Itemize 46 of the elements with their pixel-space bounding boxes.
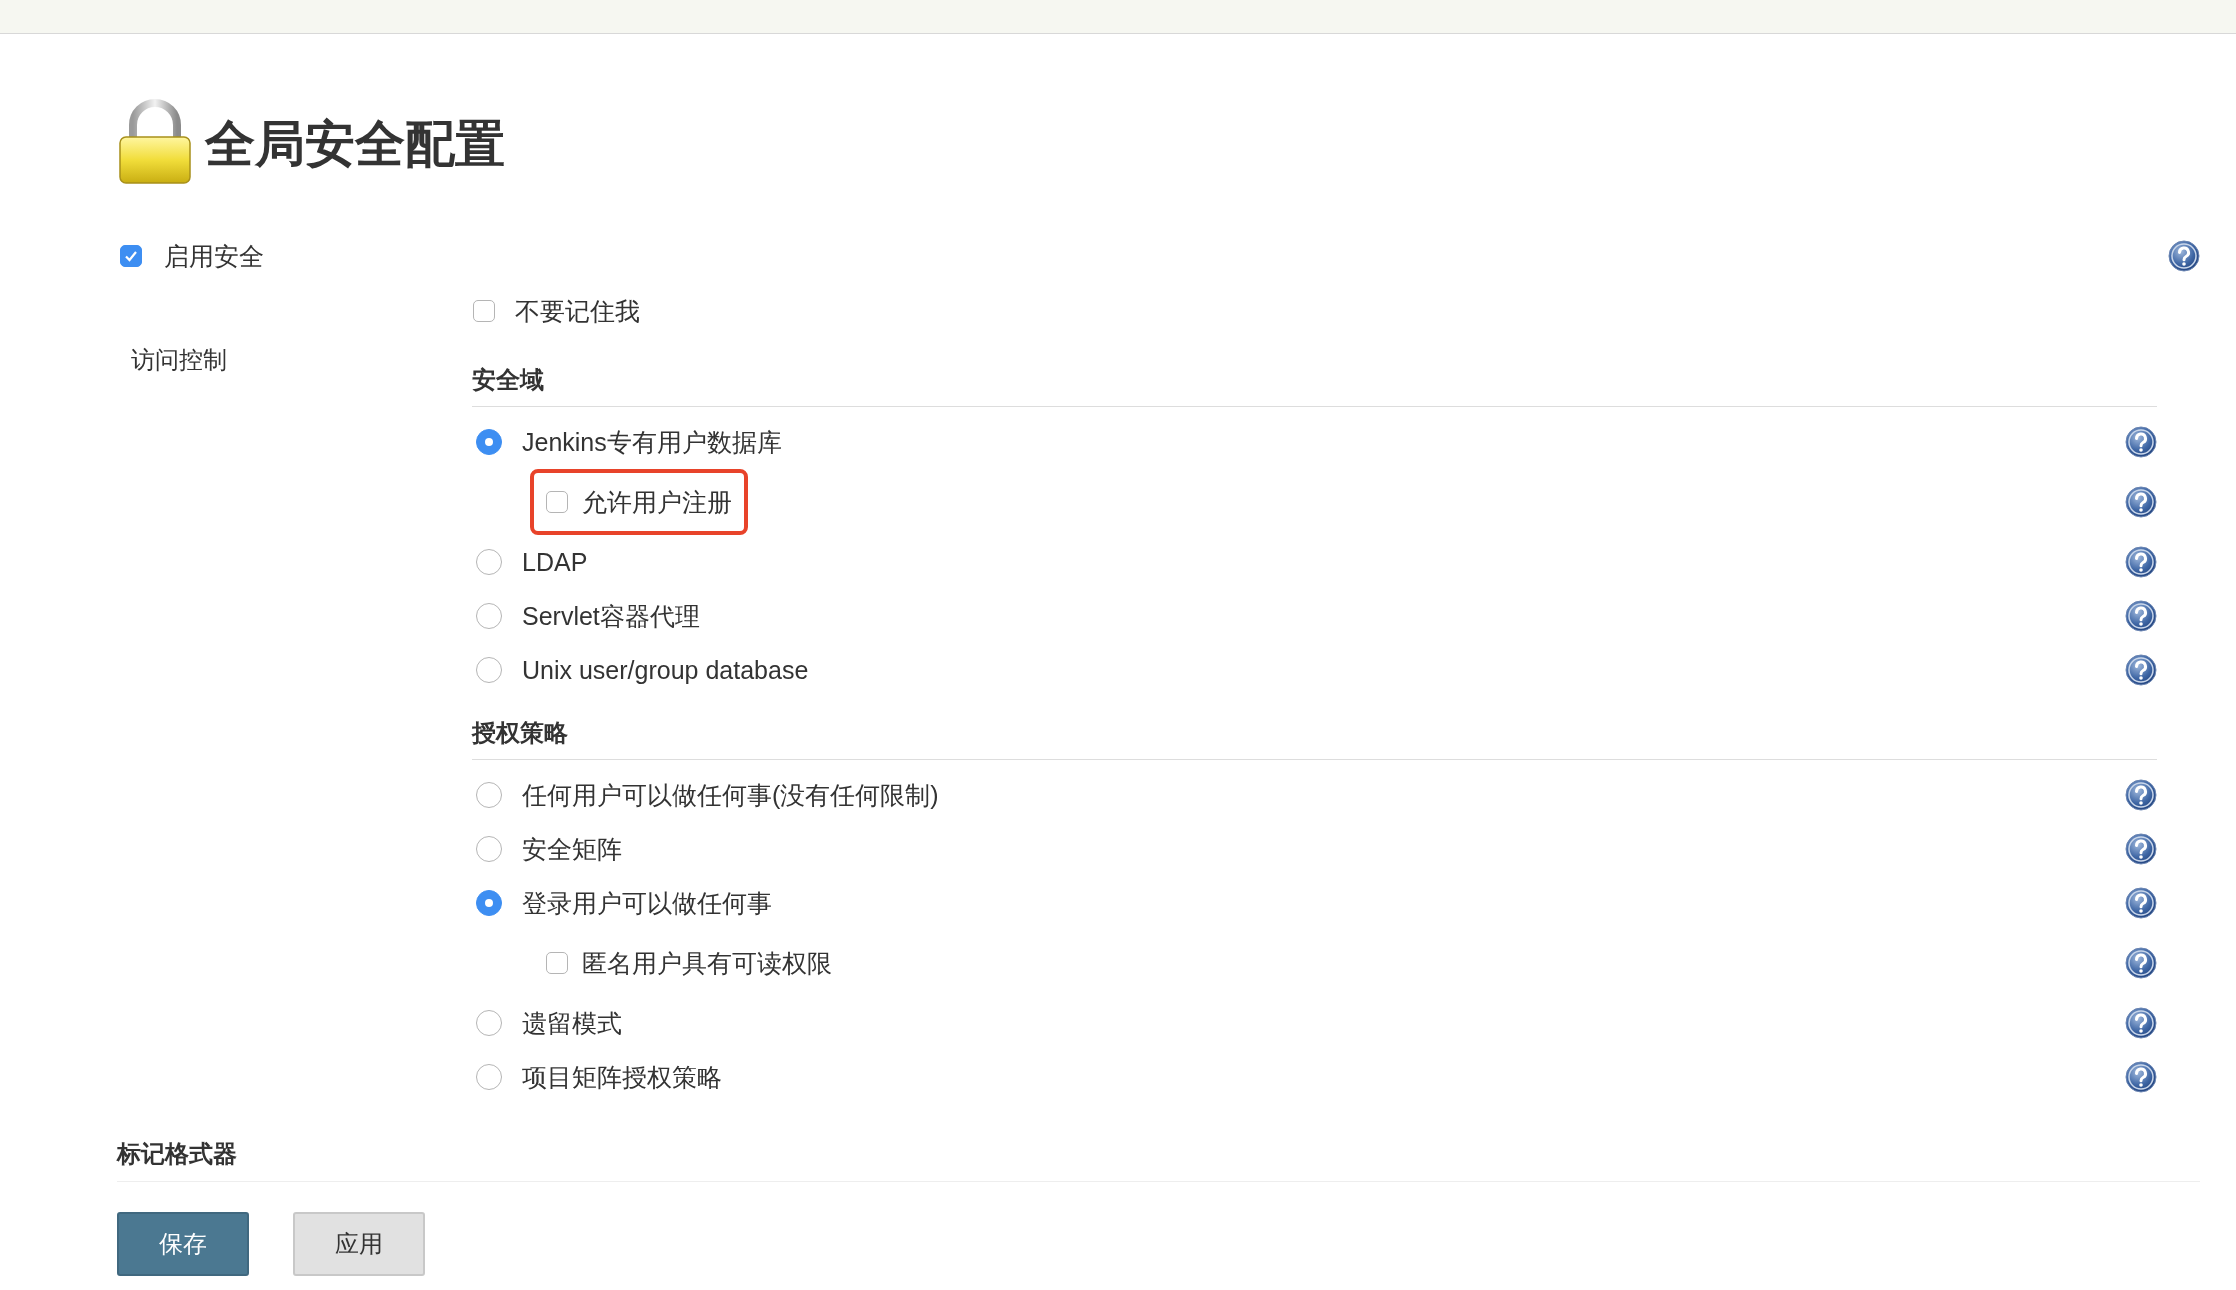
page-title: 全局安全配置 [205,114,505,174]
radio-button[interactable] [476,657,502,683]
option-label: 启用安全 [164,240,264,272]
help-icon[interactable] [2125,600,2157,632]
help-icon[interactable] [2125,1007,2157,1039]
check-icon [124,249,138,263]
help-icon[interactable] [2125,546,2157,578]
radio-button[interactable] [476,1010,502,1036]
option-label: 安全矩阵 [522,833,622,865]
radio-button[interactable] [476,836,502,862]
help-icon[interactable] [2125,779,2157,811]
option-label: Servlet容器代理 [522,600,700,632]
help-icon[interactable] [2125,1061,2157,1093]
section-heading: 安全域 [472,344,2157,407]
section-heading: 授权策略 [472,697,2157,760]
option-label: 允许用户注册 [582,486,732,518]
option-label: LDAP [522,547,588,577]
section-heading: 标记格式器 [117,1104,2200,1182]
option-label: 不要记住我 [515,295,640,327]
save-button[interactable]: 保存 [117,1212,249,1276]
help-icon[interactable] [2125,486,2157,518]
radio-button[interactable] [476,1064,502,1090]
option-label: 任何用户可以做任何事(没有任何限制) [522,779,939,811]
option-label: Unix user/group database [522,655,809,685]
checkbox[interactable] [120,245,142,267]
radio-button[interactable] [476,890,502,916]
radio-button[interactable] [476,549,502,575]
checkbox[interactable] [473,300,495,322]
option-label: 项目矩阵授权策略 [522,1061,722,1093]
help-icon[interactable] [2168,240,2200,272]
help-icon[interactable] [2125,426,2157,458]
option-label: 遗留模式 [522,1007,622,1039]
help-icon[interactable] [2125,833,2157,865]
help-icon[interactable] [2125,654,2157,686]
radio-button[interactable] [476,782,502,808]
option-label: 匿名用户具有可读权限 [582,947,832,979]
checkbox[interactable] [546,952,568,974]
help-icon[interactable] [2125,947,2157,979]
checkbox[interactable] [546,491,568,513]
option-label: 登录用户可以做任何事 [522,887,772,919]
option-label: Jenkins专有用户数据库 [522,426,782,458]
help-icon[interactable] [2125,887,2157,919]
section-label: 访问控制 [130,345,228,375]
apply-button[interactable]: 应用 [293,1212,425,1276]
radio-button[interactable] [476,603,502,629]
radio-button[interactable] [476,429,502,455]
